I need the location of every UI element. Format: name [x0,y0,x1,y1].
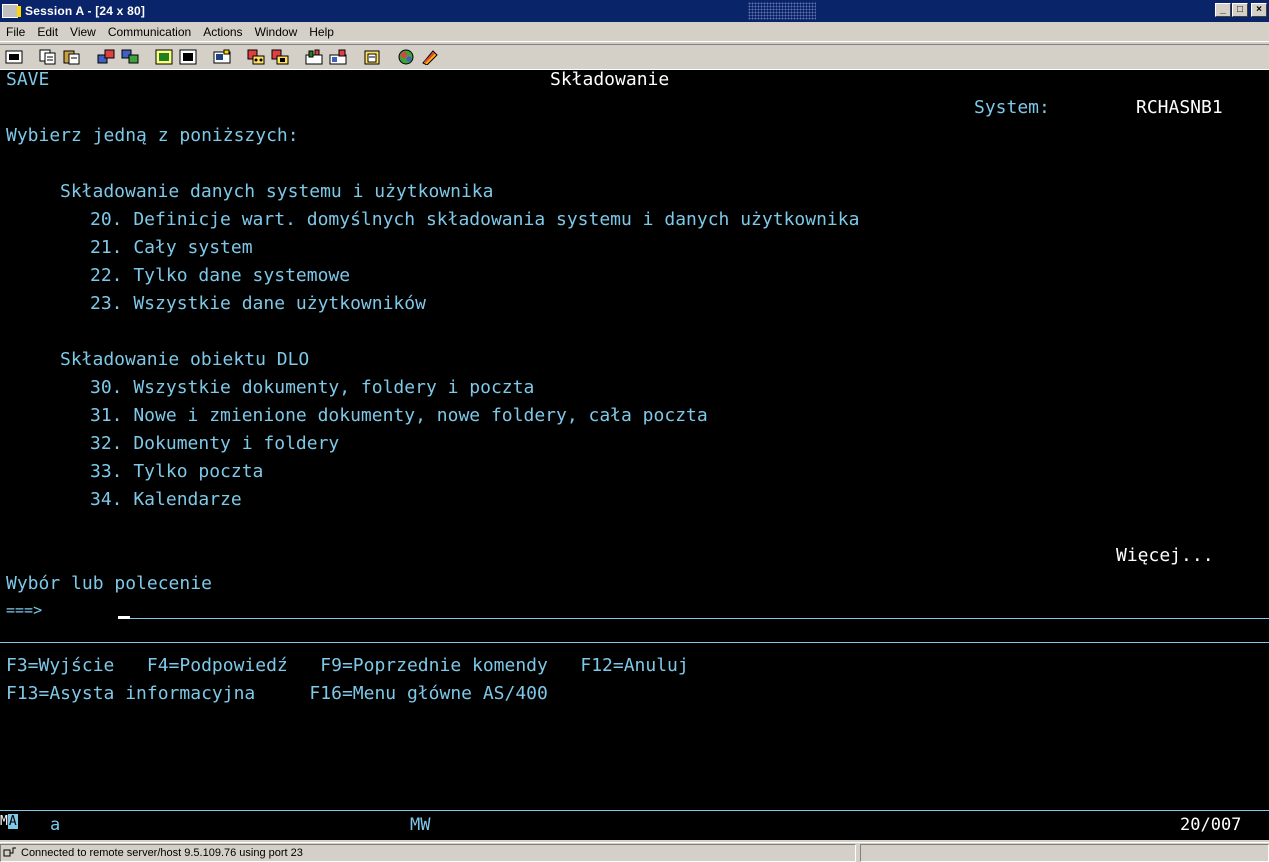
connection-status: Connected to remote server/host 9.5.109.… [21,847,303,859]
display-icon[interactable] [154,48,174,66]
system-label: System: [974,97,1050,118]
toolbar [0,44,1269,70]
terminal-screen[interactable]: SAVE Składowanie System: RCHASNB1 Wybier… [0,70,1269,810]
instruction-text: Wybierz jedną z poniższych: [6,125,299,146]
paste-icon[interactable] [62,48,82,66]
fkeys-line-1[interactable]: F3=Wyjście F4=Podpowiedź F9=Poprzednie k… [6,656,689,676]
color-icon[interactable] [396,48,416,66]
ma-indicator: MA [0,814,18,829]
menu-actions[interactable]: Actions [197,25,248,39]
command-prompt: ===> [6,601,43,619]
menu-communication[interactable]: Communication [102,25,197,39]
option-34[interactable]: 34. Kalendarze [90,490,242,510]
command-input-underline [130,618,1269,619]
receive-icon[interactable] [120,48,140,66]
title-pattern [748,2,816,20]
map-icon[interactable] [420,48,440,66]
status-bar: Connected to remote server/host 9.5.109.… [0,842,1269,862]
panel-title: Składowanie [550,69,670,90]
close-button[interactable]: × [1251,3,1267,17]
option-23[interactable]: 23. Wszystkie dane użytkowników [90,294,426,314]
send-icon[interactable] [96,48,116,66]
menu-edit[interactable]: Edit [31,25,64,39]
macro-icon[interactable] [178,48,198,66]
connection-icon [3,847,16,857]
option-32[interactable]: 32. Dokumenty i foldery [90,434,339,454]
menu-file[interactable]: File [0,25,31,39]
maximize-button[interactable]: □ [1232,3,1248,17]
session-indicator: a [50,815,61,835]
mw-indicator: MW [410,815,431,835]
fkeys-line-2[interactable]: F13=Asysta informacyjna F16=Menu główne … [6,684,548,704]
print-screen-icon[interactable] [4,48,24,66]
fkey-separator [0,642,1269,643]
title-bar: Session A - [24 x 80] _ □ × [0,0,1269,22]
menu-view[interactable]: View [64,25,102,39]
record-icon[interactable] [212,48,232,66]
pcomm-session-icon[interactable] [2,4,21,18]
more-indicator: Więcej... [1116,545,1214,566]
option-31[interactable]: 31. Nowe i zmienione dokumenty, nowe fol… [90,406,708,426]
group2-title: Składowanie obiektu DLO [60,349,310,370]
command-label: Wybór lub polecenie [6,573,212,594]
option-22[interactable]: 22. Tylko dane systemowe [90,266,350,286]
option-21[interactable]: 21. Cały system [90,238,253,258]
transfer-icon[interactable] [328,48,348,66]
copy-icon[interactable] [38,48,58,66]
option-30[interactable]: 30. Wszystkie dokumenty, foldery i poczt… [90,378,534,398]
group1-title: Składowanie danych systemu i użytkownika [60,181,494,202]
stop-macro-icon[interactable] [270,48,290,66]
menu-window[interactable]: Window [249,25,304,39]
play-macro-icon[interactable] [246,48,266,66]
window-title: Session A - [24 x 80] [25,4,146,18]
menu-bar: File Edit View Communication Actions Win… [0,22,1269,42]
text-cursor [118,616,130,619]
clipboard-icon[interactable] [362,48,382,66]
option-33[interactable]: 33. Tylko poczta [90,462,263,482]
keyboard-icon[interactable] [304,48,324,66]
minimize-button[interactable]: _ [1215,3,1231,17]
system-name: RCHASNB1 [1136,97,1223,118]
panel-id: SAVE [6,69,50,90]
status-pane-2 [860,844,1269,862]
operator-info-area: MA a MW 20/007 [0,810,1269,840]
cursor-position: 20/007 [1180,815,1242,835]
menu-help[interactable]: Help [303,25,340,39]
option-20[interactable]: 20. Definicje wart. domyślnych składowan… [90,210,859,230]
